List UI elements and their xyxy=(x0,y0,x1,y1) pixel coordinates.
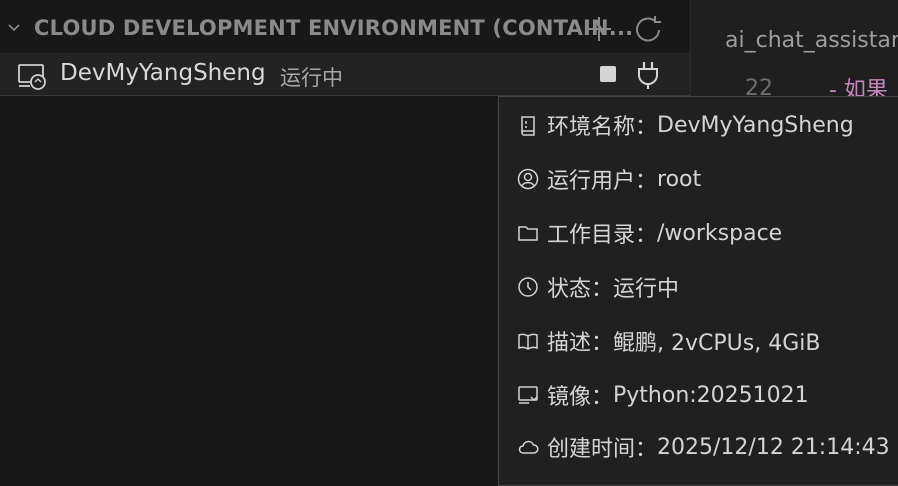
repo-icon xyxy=(521,116,535,136)
detail-label: 工作目录： xyxy=(547,223,658,248)
detail-label: 状态： xyxy=(547,277,614,302)
detail-row-user: 运行用户： root xyxy=(517,163,701,195)
image-icon xyxy=(518,386,538,404)
detail-row-image: 镜像： Python:20251021 xyxy=(517,379,809,411)
book-icon xyxy=(518,333,538,350)
detail-label: 环境名称： xyxy=(547,115,658,140)
section-title: CLOUD DEVELOPMENT ENVIRONMENT (CONTAIN..… xyxy=(34,16,634,40)
detail-value: Python:20251021 xyxy=(613,382,809,408)
clock-icon xyxy=(518,277,538,297)
remote-environment-icon xyxy=(18,64,46,90)
detail-label: 镜像： xyxy=(547,385,614,410)
editor-tab[interactable]: ai_chat_assistan xyxy=(725,28,898,53)
detail-value: /workspace xyxy=(657,220,783,246)
detail-label: 描述： xyxy=(547,331,614,356)
detail-value: root xyxy=(657,166,702,192)
detail-row-status: 状态： 运行中 xyxy=(517,271,679,303)
detail-value: DevMyYangSheng xyxy=(657,112,854,138)
refresh-icon[interactable] xyxy=(633,14,663,44)
stop-icon[interactable] xyxy=(598,64,618,84)
cloud-icon xyxy=(518,440,539,454)
detail-row-name: 环境名称： DevMyYangSheng xyxy=(517,109,854,141)
section-header[interactable]: CLOUD DEVELOPMENT ENVIRONMENT (CONTAIN..… xyxy=(0,0,690,54)
detail-value: 鲲鹏, 2vCPUs, 4GiB xyxy=(613,331,821,356)
detail-label: 运行用户： xyxy=(547,169,658,194)
add-icon[interactable] xyxy=(584,14,614,44)
detail-row-workdir: 工作目录： /workspace xyxy=(517,217,782,249)
environment-status: 运行中 xyxy=(280,66,343,90)
detail-value: 2025/12/12 21:14:43 xyxy=(657,434,890,460)
account-icon xyxy=(517,168,539,190)
environment-details-hover: 环境名称： DevMyYangSheng 运行用户： root 工作目录： /w… xyxy=(498,96,898,486)
detail-row-description: 描述： 鲲鹏, 2vCPUs, 4GiB xyxy=(517,325,820,357)
folder-icon xyxy=(518,226,538,241)
environment-item[interactable]: DevMyYangSheng 运行中 xyxy=(0,54,690,96)
connect-plug-icon[interactable] xyxy=(636,60,660,90)
detail-label: 创建时间： xyxy=(547,437,658,462)
detail-row-created: 创建时间： 2025/12/12 21:14:43 xyxy=(517,431,890,463)
environment-name: DevMyYangSheng xyxy=(60,60,266,86)
detail-value: 运行中 xyxy=(613,277,680,302)
chevron-down-icon[interactable] xyxy=(6,20,22,36)
